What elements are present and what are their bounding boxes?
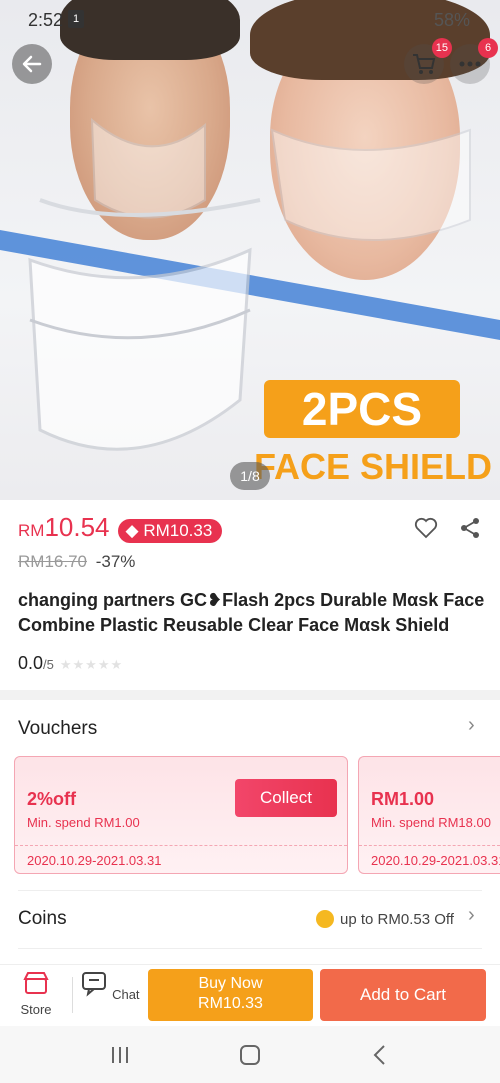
more-button[interactable]: 6 — [450, 38, 498, 84]
discount-percent: -37% — [95, 552, 136, 571]
voucher-dates: 2020.10.29-2021.03.31 — [27, 853, 162, 868]
voucher-dates: 2020.10.29-2021.03.31 — [371, 853, 500, 868]
system-nav-bar — [0, 1026, 500, 1083]
rating-stars: ★★★★★ — [59, 657, 124, 672]
image-index-indicator: 1/8 — [230, 462, 270, 490]
buy-now-button[interactable]: Buy Now RM10.33 — [148, 969, 313, 1021]
voucher-card[interactable]: RM1.00 Min. spend RM18.00 2020.10.29-202… — [358, 756, 500, 874]
arrow-left-icon — [22, 55, 42, 73]
notification-count: 1 — [68, 10, 84, 28]
store-button[interactable]: Store — [6, 969, 66, 1017]
chat-icon — [82, 972, 107, 997]
voucher-divider — [15, 845, 347, 846]
rating-row: 0.0 /5 ★★★★★ — [18, 653, 123, 674]
discount-price: RM10.33 — [143, 521, 213, 540]
original-price: RM16.70 — [18, 552, 87, 571]
voucher-min-spend: Min. spend RM18.00 — [371, 815, 491, 830]
chevron-right-icon[interactable]: › — [468, 714, 475, 737]
collect-button[interactable]: Collect — [235, 779, 337, 817]
coins-label: Coins — [18, 908, 67, 929]
home-icon[interactable] — [230, 1040, 270, 1070]
status-bar: 2:52 1 58% — [0, 0, 500, 38]
back-button[interactable] — [12, 44, 52, 84]
cart-button[interactable]: 15 — [404, 38, 452, 84]
cart-icon — [413, 54, 436, 74]
coins-info-text: up to RM0.53 Off — [340, 910, 454, 928]
heart-icon[interactable] — [414, 516, 438, 540]
buy-now-label: Buy Now — [198, 975, 263, 992]
chevron-right-icon[interactable]: › — [468, 904, 475, 927]
promo-banner-title: 2PCS — [264, 380, 460, 438]
more-dots-icon — [459, 61, 481, 67]
vouchers-label: Vouchers — [18, 718, 98, 739]
voucher-min-spend: Min. spend RM1.00 — [27, 815, 140, 830]
buy-now-price: RM10.33 — [198, 995, 263, 1012]
promo-banner-subtitle: FACE SHIELD — [254, 446, 493, 487]
more-badge: 6 — [478, 38, 498, 58]
voucher-divider — [359, 845, 500, 846]
tag-icon: ◆ — [125, 521, 144, 540]
current-price: 10.54 — [44, 512, 110, 542]
divider — [18, 890, 482, 891]
battery-level: 58% — [433, 10, 470, 30]
voucher-card[interactable]: 2%off Min. spend RM1.00 2020.10.29-2021.… — [14, 756, 348, 874]
status-time: 2:52 — [28, 10, 64, 30]
voucher-amount: RM1.00 — [371, 789, 435, 809]
coins-info[interactable]: up to RM0.53 Off — [316, 910, 454, 928]
section-separator — [0, 690, 500, 700]
cart-badge: 15 — [431, 38, 452, 58]
share-icon[interactable] — [458, 516, 482, 540]
product-title: changing partners GC❥Flash 2pcs Durable … — [18, 590, 485, 635]
divider — [18, 948, 482, 949]
chat-label: Chat — [112, 987, 140, 1002]
coin-icon — [316, 910, 334, 928]
bottom-action-bar: Store Chat Buy Now RM10.33 Add to Cart — [0, 964, 500, 1026]
store-icon — [23, 972, 49, 994]
voucher-amount: 2%off — [27, 789, 76, 809]
discount-price-tag: ◆ RM10.33 — [117, 519, 223, 543]
old-price-row: RM16.70 -37% — [18, 552, 135, 572]
chat-button[interactable]: Chat — [80, 969, 140, 1002]
store-label: Store — [20, 1002, 52, 1017]
recent-apps-icon[interactable] — [100, 1040, 140, 1070]
currency-label: RM — [18, 521, 45, 540]
add-to-cart-button[interactable]: Add to Cart — [320, 969, 486, 1021]
nav-back-icon[interactable] — [360, 1040, 400, 1070]
action-separator — [72, 977, 73, 1013]
rating-value: 0.0 — [18, 653, 44, 673]
rating-max: /5 — [43, 657, 54, 672]
price-row: RM 10.54 ◆ RM10.33 — [18, 512, 223, 543]
